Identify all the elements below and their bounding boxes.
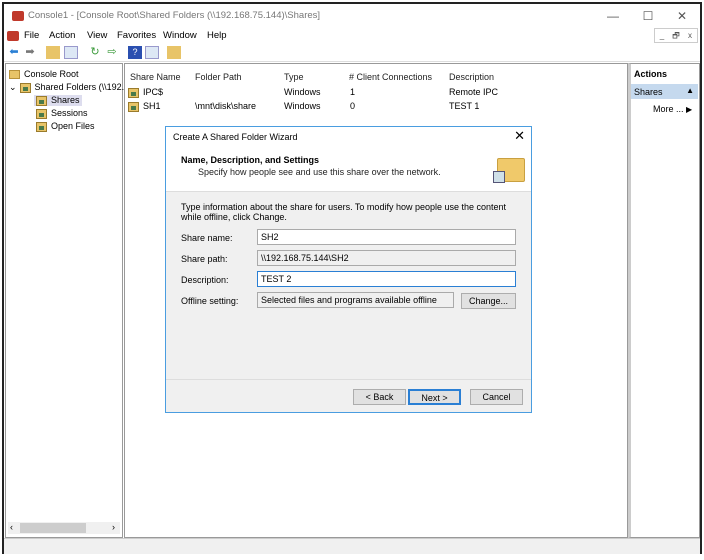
menu-window[interactable]: Window (163, 30, 197, 41)
back-icon[interactable]: ⬅ (7, 46, 21, 59)
tree-label: Shared Folders (\\192. (34, 82, 125, 92)
title-bar: Console1 - [Console Root\Shared Folders … (4, 4, 700, 28)
table-row[interactable]: IPC$ Windows 1 Remote IPC (128, 87, 548, 99)
tree-label: Open Files (51, 121, 95, 131)
tree-label: Sessions (51, 108, 88, 118)
window-title: Console1 - [Console Root\Shared Folders … (28, 10, 321, 21)
menu-favorites[interactable]: Favorites (117, 30, 156, 41)
next-button[interactable]: Next > (408, 389, 461, 405)
shares-icon (36, 95, 47, 106)
sessions-icon (36, 108, 47, 119)
share-name-input[interactable]: SH2 (257, 229, 516, 245)
chevron-down-icon[interactable]: ⌄ (9, 82, 17, 92)
tree-console-root[interactable]: Console Root (9, 69, 79, 80)
menu-view[interactable]: View (87, 30, 107, 41)
action-label: More ... (653, 104, 684, 114)
tree-shares[interactable]: Shares (34, 95, 82, 106)
scroll-right-icon[interactable]: › (112, 522, 115, 532)
column-description[interactable]: Description (449, 72, 494, 82)
dialog-divider (166, 379, 531, 380)
offline-setting-field: Selected files and programs available of… (257, 292, 454, 308)
dialog-title-bar: Create A Shared Folder Wizard ✕ (166, 127, 531, 146)
shared-folder-wizard-icon (493, 154, 526, 184)
column-client-connections[interactable]: # Client Connections (349, 72, 432, 82)
column-folder-path[interactable]: Folder Path (195, 72, 242, 82)
share-icon (128, 87, 139, 98)
cell-type: Windows (284, 101, 321, 111)
column-share-name[interactable]: Share Name (130, 72, 181, 82)
export-icon[interactable]: ⇨ (105, 46, 119, 59)
menu-help[interactable]: Help (207, 30, 227, 41)
actions-section-shares[interactable]: Shares ▲ (631, 84, 698, 99)
cell-share-name: IPC$ (143, 87, 164, 97)
refresh-icon[interactable]: ↻ (88, 46, 102, 59)
cell-connections: 0 (350, 101, 356, 111)
menu-bar: File Action View Favorites Window Help (4, 28, 700, 44)
wizard-dialog: Create A Shared Folder Wizard ✕ Name, De… (165, 126, 532, 413)
share-path-field: \\192.168.75.144\SH2 (257, 250, 516, 266)
help-icon[interactable]: ? (128, 46, 142, 59)
action-pane-icon[interactable] (145, 46, 159, 59)
mdi-close-button[interactable]: x (683, 29, 697, 42)
description-label: Description: (181, 275, 229, 285)
dialog-header: Name, Description, and Settings Specify … (166, 146, 531, 192)
toolbar: ⬅ ➡ ↻ ⇨ ? (4, 44, 700, 62)
scroll-thumb[interactable] (20, 523, 86, 533)
cell-folder-path: \mnt\disk\share (195, 101, 257, 111)
cancel-button[interactable]: Cancel (470, 389, 523, 405)
maximize-button[interactable]: ☐ (631, 6, 665, 26)
change-button[interactable]: Change... (461, 293, 516, 309)
back-button[interactable]: < Back (353, 389, 406, 405)
offline-setting-label: Offline setting: (181, 296, 239, 306)
forward-icon[interactable]: ➡ (23, 46, 37, 59)
dialog-instructions: Type information about the share for use… (181, 202, 507, 222)
new-share-icon[interactable] (167, 46, 181, 59)
cell-description: Remote IPC (449, 87, 499, 97)
status-bar (4, 538, 700, 554)
table-row[interactable]: SH1 \mnt\disk\share Windows 0 TEST 1 (128, 101, 548, 113)
minimize-button[interactable]: — (596, 6, 630, 26)
tree-label: Console Root (24, 69, 79, 79)
close-button[interactable]: ✕ (665, 6, 699, 26)
mdi-restore-button[interactable]: 🗗 (669, 29, 683, 42)
collapse-icon[interactable]: ▲ (686, 86, 694, 95)
menu-file[interactable]: File (24, 30, 39, 41)
action-more[interactable]: More ... ▶ (653, 104, 692, 114)
cell-description: TEST 1 (449, 101, 480, 111)
actions-pane: Actions Shares ▲ More ... ▶ (628, 63, 700, 538)
dialog-subheading: Specify how people see and use this shar… (198, 167, 441, 177)
tree-sessions[interactable]: Sessions (36, 108, 88, 119)
cell-type: Windows (284, 87, 321, 97)
share-name-label: Share name: (181, 233, 233, 243)
share-icon (128, 101, 139, 112)
shared-folder-icon (19, 82, 31, 93)
mdi-minimize-button[interactable]: _ (655, 29, 669, 42)
mdi-controls: _ 🗗 x (654, 28, 698, 43)
menu-action[interactable]: Action (49, 30, 75, 41)
console-menu-icon[interactable] (7, 31, 19, 41)
open-files-icon (36, 121, 47, 132)
description-input[interactable]: TEST 2 (257, 271, 516, 287)
tree-pane: Console Root ⌄ Shared Folders (\\192. Sha… (5, 63, 124, 538)
dialog-title: Create A Shared Folder Wizard (173, 132, 298, 142)
section-label: Shares (634, 87, 663, 97)
console-icon (12, 11, 24, 21)
share-path-label: Share path: (181, 254, 228, 264)
actions-header: Actions (634, 69, 668, 79)
tree-open-files[interactable]: Open Files (36, 121, 95, 132)
horizontal-scrollbar[interactable]: ‹ › (8, 522, 120, 534)
folder-icon (9, 70, 20, 80)
column-type[interactable]: Type (284, 72, 304, 82)
scroll-left-icon[interactable]: ‹ (10, 522, 13, 532)
cell-connections: 1 (350, 87, 356, 97)
dialog-heading: Name, Description, and Settings (181, 155, 320, 165)
tree-shared-folders[interactable]: ⌄ Shared Folders (\\192. (9, 82, 124, 93)
cell-share-name: SH1 (143, 101, 161, 111)
dialog-close-icon[interactable]: ✕ (514, 128, 525, 144)
show-tree-icon[interactable] (64, 46, 78, 59)
tree-label: Shares (51, 95, 80, 105)
up-folder-icon[interactable] (46, 46, 60, 59)
submenu-arrow-icon: ▶ (686, 105, 693, 114)
